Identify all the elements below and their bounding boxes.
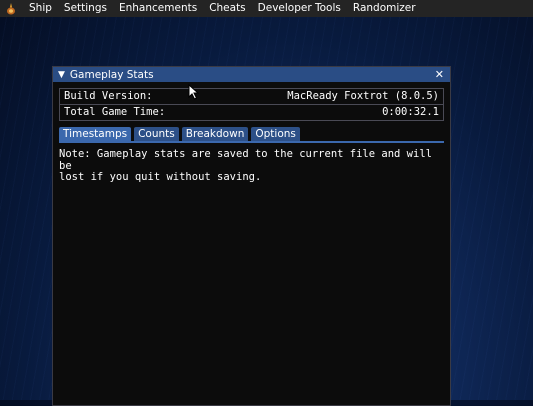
menu-settings[interactable]: Settings (58, 0, 113, 17)
menu-developer-tools[interactable]: Developer Tools (252, 0, 347, 17)
triangle-down-icon[interactable]: ▼ (58, 70, 65, 80)
menu-bar: Ship Settings Enhancements Cheats Develo… (0, 0, 533, 17)
total-game-time-value: 0:00:32.1 (382, 106, 439, 118)
window-titlebar[interactable]: ▼ Gameplay Stats ✕ (53, 67, 450, 82)
tab-bar: Timestamps Counts Breakdown Options (59, 127, 444, 141)
save-note: Note: Gameplay stats are saved to the cu… (59, 148, 432, 183)
tab-underline (59, 141, 444, 143)
menu-enhancements[interactable]: Enhancements (113, 0, 203, 17)
tab-breakdown[interactable]: Breakdown (181, 127, 249, 141)
tab-timestamps[interactable]: Timestamps (59, 127, 132, 141)
window-title: Gameplay Stats (69, 68, 154, 81)
close-icon[interactable]: ✕ (435, 68, 444, 81)
tab-counts[interactable]: Counts (134, 127, 179, 141)
build-version-row: Build Version: MacReady Foxtrot (8.0.5) (60, 89, 443, 104)
menu-ship[interactable]: Ship (23, 0, 58, 17)
total-game-time-row: Total Game Time: 0:00:32.1 (60, 104, 443, 120)
mouse-cursor-icon (188, 84, 199, 100)
tab-options[interactable]: Options (251, 127, 300, 141)
build-version-label: Build Version: (64, 90, 153, 102)
info-table: Build Version: MacReady Foxtrot (8.0.5) … (59, 88, 444, 121)
app-logo-icon[interactable] (5, 2, 17, 15)
menu-randomizer[interactable]: Randomizer (347, 0, 422, 17)
gameplay-stats-window: ▼ Gameplay Stats ✕ Build Version: MacRea… (52, 66, 451, 406)
build-version-value: MacReady Foxtrot (8.0.5) (287, 90, 439, 102)
menu-cheats[interactable]: Cheats (203, 0, 251, 17)
total-game-time-label: Total Game Time: (64, 106, 166, 118)
